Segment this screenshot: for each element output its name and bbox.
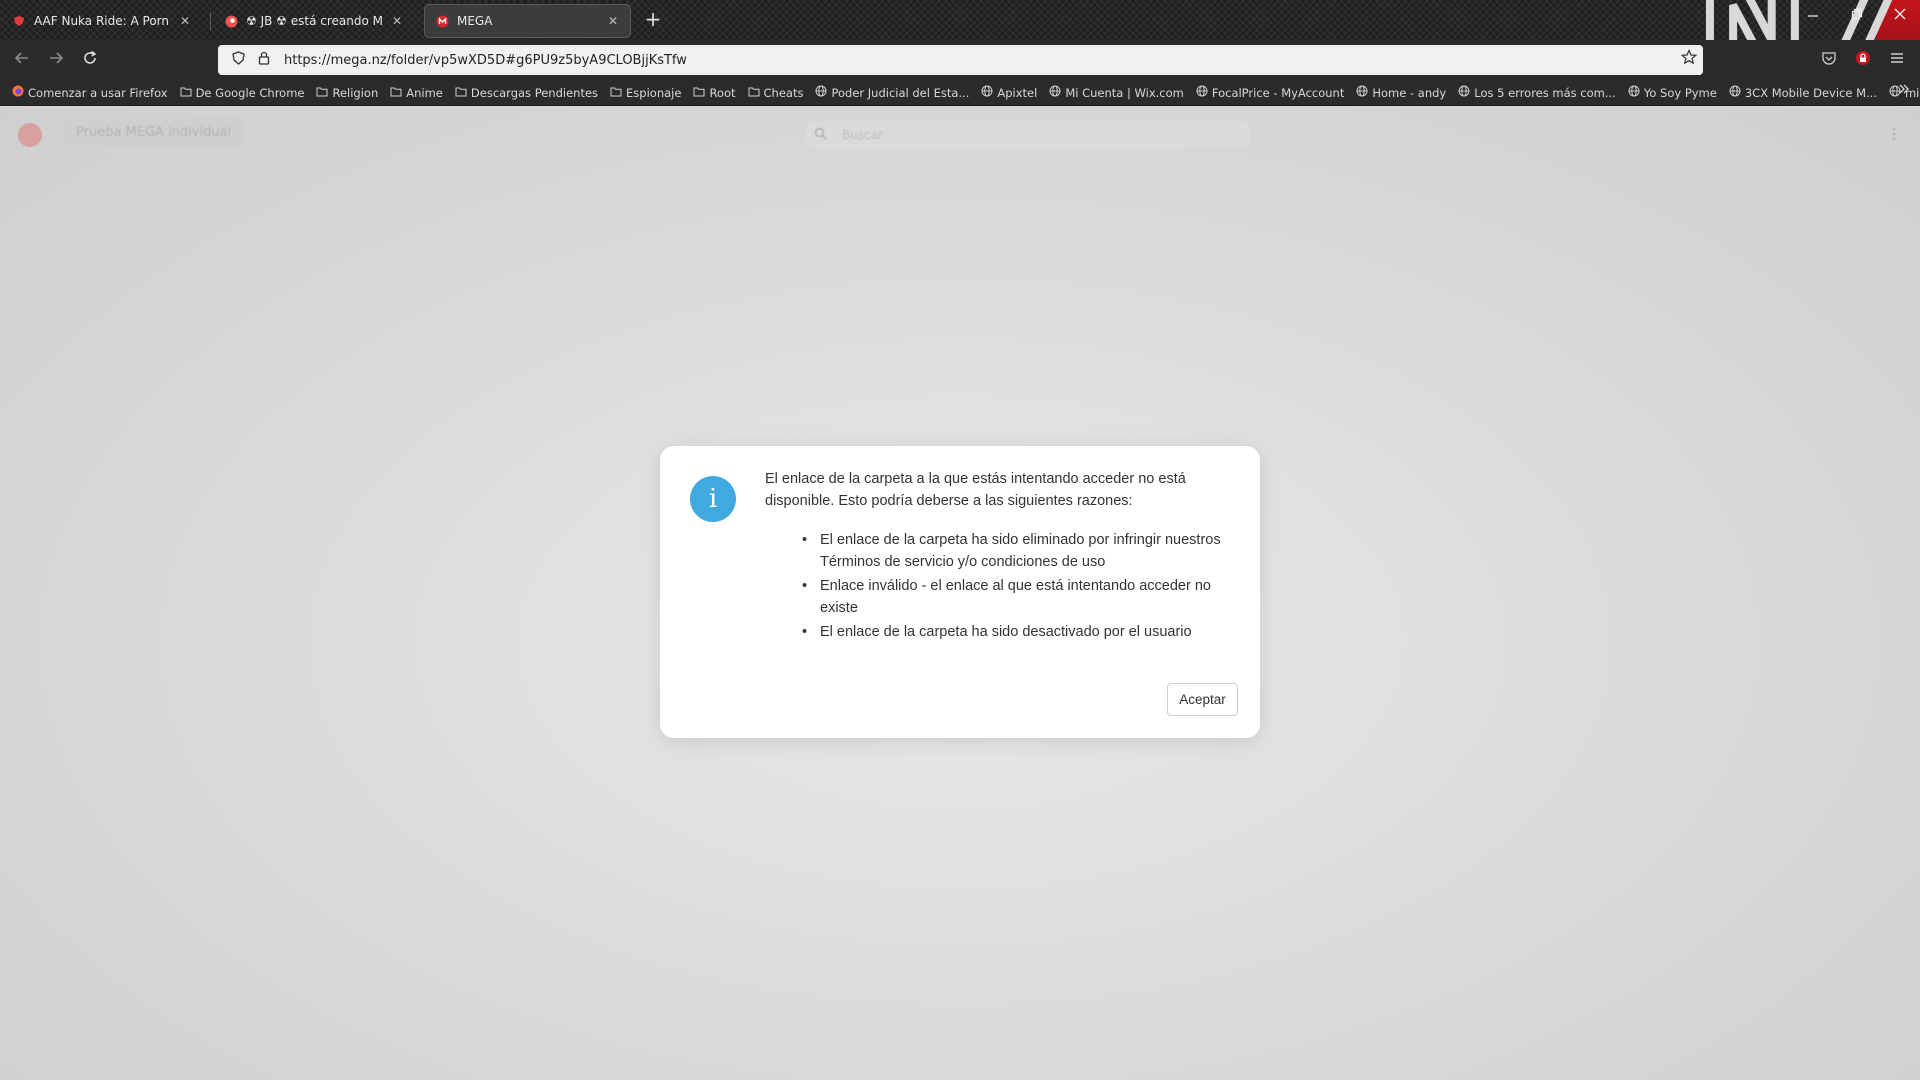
bookmark-label: Mi Cuenta | Wix.com: [1065, 85, 1184, 100]
bookmark-label: Apixtel: [997, 85, 1038, 100]
bookmark-label: Religion: [332, 85, 379, 100]
forward-arrow-icon[interactable]: [45, 50, 67, 72]
bookmark-label: Comenzar a usar Firefox: [28, 85, 168, 100]
bookmark-item[interactable]: Mi Cuenta | Wix.com: [1049, 85, 1184, 100]
restore-icon[interactable]: [1843, 8, 1871, 24]
minimize-icon[interactable]: [1799, 8, 1827, 24]
globe-icon: [1729, 85, 1741, 100]
globe-icon: [815, 85, 827, 100]
folder-icon: [610, 86, 622, 100]
tab-mega[interactable]: MEGA ✕: [424, 4, 631, 38]
back-arrow-icon[interactable]: [11, 50, 33, 72]
bookmark-label: 3CX Mobile Device M...: [1744, 85, 1877, 100]
browser-titlebar: AAF Nuka Ride: A Porn Studio M ✕ ☢ JB ☢ …: [0, 0, 1920, 94]
bookmark-label: Home - andy: [1372, 85, 1447, 100]
bookmark-item[interactable]: Comenzar a usar Firefox: [12, 85, 168, 100]
bookmark-label: Yo Soy Pyme: [1643, 85, 1717, 100]
globe-icon: [1458, 85, 1470, 100]
bookmark-item[interactable]: Apixtel: [981, 85, 1037, 100]
bookmark-item[interactable]: Poder Judicial del Esta...: [815, 85, 969, 100]
firefox-icon: [12, 85, 24, 100]
bookmarks-overflow-icon[interactable]: [1898, 83, 1910, 99]
bookmark-item[interactable]: Root: [693, 85, 736, 100]
lock-icon[interactable]: [254, 51, 274, 69]
hamburger-menu-icon[interactable]: [1887, 50, 1907, 70]
bookmark-item[interactable]: Descargas Pendientes: [455, 86, 598, 100]
bookmark-label: Los 5 errores más com...: [1474, 85, 1616, 100]
tab-aaf-nuka-ride[interactable]: AAF Nuka Ride: A Porn Studio M ✕: [2, 4, 202, 38]
bookmark-label: Poder Judicial del Esta...: [831, 85, 970, 100]
folder-icon: [693, 86, 705, 100]
info-icon: i: [690, 476, 736, 522]
bookmark-item[interactable]: De Google Chrome: [180, 85, 305, 100]
bookmark-item[interactable]: Anime: [390, 86, 443, 100]
tab-title: ☢ JB ☢ está creando Mods for F: [246, 14, 382, 28]
bookmark-label: Cheats: [763, 85, 804, 100]
tab-separator: [210, 12, 211, 30]
extension-lock-icon[interactable]: [1853, 50, 1873, 70]
pocket-icon[interactable]: [1819, 50, 1839, 70]
bookmark-item[interactable]: Espionaje: [610, 86, 681, 100]
bookmark-label: De Google Chrome: [195, 85, 305, 100]
globe-icon: [981, 85, 993, 100]
bookmark-item[interactable]: Cheats: [748, 85, 804, 100]
tab-title: AAF Nuka Ride: A Porn Studio M: [34, 14, 170, 28]
reason-item: Enlace inválido - el enlace al que está …: [802, 575, 1222, 619]
url-text[interactable]: https://mega.nz/folder/vp5wXD5D#g6PU9z5b…: [284, 53, 687, 68]
search-icon: [814, 127, 836, 144]
mega-favicon-icon: [435, 14, 449, 28]
bookmark-label: FocalPrice - MyAccount: [1211, 85, 1345, 100]
browser-navbar: https://mega.nz/folder/vp5wXD5D#g6PU9z5b…: [0, 40, 1920, 80]
accept-button[interactable]: Aceptar: [1167, 683, 1238, 716]
bookmark-label: Descargas Pendientes: [470, 85, 599, 100]
mega-logo[interactable]: [18, 123, 42, 147]
folder-icon: [316, 86, 328, 100]
reasons-list: El enlace de la carpeta ha sido eliminad…: [802, 529, 1222, 645]
bookmark-star-icon[interactable]: [1680, 49, 1698, 69]
mega-page: Prueba MEGA individual Buscar i El enlac…: [0, 107, 1920, 1080]
mega-header: Prueba MEGA individual Buscar: [0, 107, 1920, 163]
bookmark-item[interactable]: FocalPrice - MyAccount: [1196, 85, 1344, 100]
new-tab-button[interactable]: +: [641, 8, 665, 32]
globe-icon: [1628, 85, 1640, 100]
tab-close-icon[interactable]: ✕: [390, 14, 404, 28]
globe-icon: [1049, 85, 1061, 100]
link-unavailable-dialog: i El enlace de la carpeta a la que estás…: [660, 446, 1260, 738]
reason-item: El enlace de la carpeta ha sido eliminad…: [802, 529, 1222, 573]
tracking-shield-icon[interactable]: [228, 51, 248, 69]
folder-icon: [390, 86, 402, 100]
bookmark-label: Espionaje: [626, 85, 682, 100]
search-box[interactable]: Buscar: [806, 121, 1250, 149]
folder-icon: [748, 86, 760, 100]
tab-close-icon[interactable]: ✕: [606, 14, 620, 28]
promo-button[interactable]: Prueba MEGA individual: [64, 118, 244, 148]
globe-icon: [1196, 85, 1208, 100]
bookmark-item[interactable]: Home - andy: [1356, 85, 1446, 100]
bookmark-item[interactable]: 3CX Mobile Device M...: [1729, 85, 1877, 100]
address-bar[interactable]: https://mega.nz/folder/vp5wXD5D#g6PU9z5b…: [218, 45, 1703, 75]
folder-icon: [455, 86, 467, 100]
bookmark-item[interactable]: Los 5 errores más com...: [1458, 85, 1616, 100]
tab-jb-mods[interactable]: ☢ JB ☢ está creando Mods for F ✕: [214, 4, 414, 38]
bookmark-item[interactable]: Religion: [316, 86, 378, 100]
bookmarks-bar: Comenzar a usar Firefox De Google Chrome R…: [0, 80, 1920, 106]
bookmark-label: Root: [709, 85, 736, 100]
patreon-favicon-icon: [224, 14, 238, 28]
bookmark-item[interactable]: Yo Soy Pyme: [1628, 85, 1717, 100]
reason-item: El enlace de la carpeta ha sido desactiv…: [802, 621, 1222, 643]
search-placeholder: Buscar: [842, 128, 883, 142]
dialog-message: El enlace de la carpeta a la que estás i…: [765, 471, 1186, 509]
close-window-icon[interactable]: [1886, 8, 1914, 24]
bookmark-label: Anime: [406, 85, 443, 100]
shield-favicon-icon: [12, 14, 26, 28]
tab-title: MEGA: [457, 14, 493, 28]
tab-close-icon[interactable]: ✕: [178, 14, 192, 28]
more-options-icon[interactable]: [1892, 127, 1896, 145]
globe-icon: [1356, 85, 1368, 100]
folder-icon: [180, 86, 192, 100]
reload-icon[interactable]: [79, 50, 101, 72]
